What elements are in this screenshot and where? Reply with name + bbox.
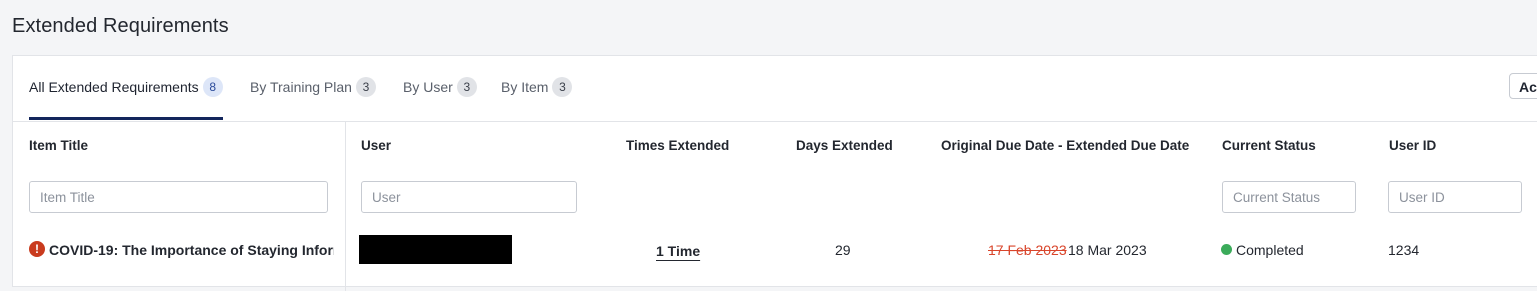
count-badge: 8 — [202, 77, 223, 97]
current-status-value: Completed — [1236, 242, 1304, 258]
count-badge: 3 — [552, 77, 573, 97]
extended-due-date: 18 Mar 2023 — [1068, 242, 1147, 258]
user-id-value: 1234 — [1388, 242, 1420, 258]
user-filter-input[interactable] — [361, 181, 577, 213]
page-title: Extended Requirements — [12, 15, 229, 37]
tab-label: All Extended Requirements — [29, 79, 199, 95]
warning-icon: ! — [29, 241, 45, 257]
column-header-days-extended[interactable]: Days Extended — [796, 138, 893, 153]
column-header-times-extended[interactable]: Times Extended — [626, 138, 729, 153]
current-status-filter-input[interactable] — [1222, 181, 1356, 213]
column-header-item-title[interactable]: Item Title — [29, 138, 88, 153]
days-extended-value: 29 — [835, 242, 851, 258]
column-header-current-status[interactable]: Current Status — [1222, 138, 1316, 153]
tab-bar: All Extended Requirements 8 By Training … — [13, 56, 1537, 122]
tab-label: By Training Plan — [250, 79, 352, 95]
user-id-filter-input[interactable] — [1388, 181, 1522, 213]
count-badge: 3 — [355, 77, 376, 97]
tab-label: By Item — [501, 79, 549, 95]
tab-by-item[interactable]: By Item 3 — [501, 76, 573, 120]
tab-by-training-plan[interactable]: By Training Plan 3 — [250, 76, 376, 120]
status-dot-icon — [1221, 244, 1232, 255]
column-header-user-id[interactable]: User ID — [1389, 138, 1436, 153]
item-title-filter-input[interactable] — [29, 181, 328, 213]
item-title-link[interactable]: COVID-19: The Importance of Staying Info… — [49, 242, 334, 258]
column-header-user[interactable]: User — [361, 138, 391, 153]
original-due-date: 17 Feb 2023 — [988, 242, 1067, 258]
extended-requirements-panel: All Extended Requirements 8 By Training … — [12, 55, 1537, 291]
tab-by-user[interactable]: By User 3 — [403, 76, 477, 120]
times-extended-link[interactable]: 1 Time — [656, 243, 700, 259]
tab-label: By User — [403, 79, 453, 95]
redacted-user — [359, 235, 512, 264]
column-divider — [345, 121, 346, 291]
actions-button[interactable]: Actions — [1509, 73, 1537, 99]
tab-all-extended-requirements[interactable]: All Extended Requirements 8 — [29, 76, 223, 120]
count-badge: 3 — [456, 77, 477, 97]
column-header-due-dates[interactable]: Original Due Date - Extended Due Date — [941, 138, 1189, 153]
